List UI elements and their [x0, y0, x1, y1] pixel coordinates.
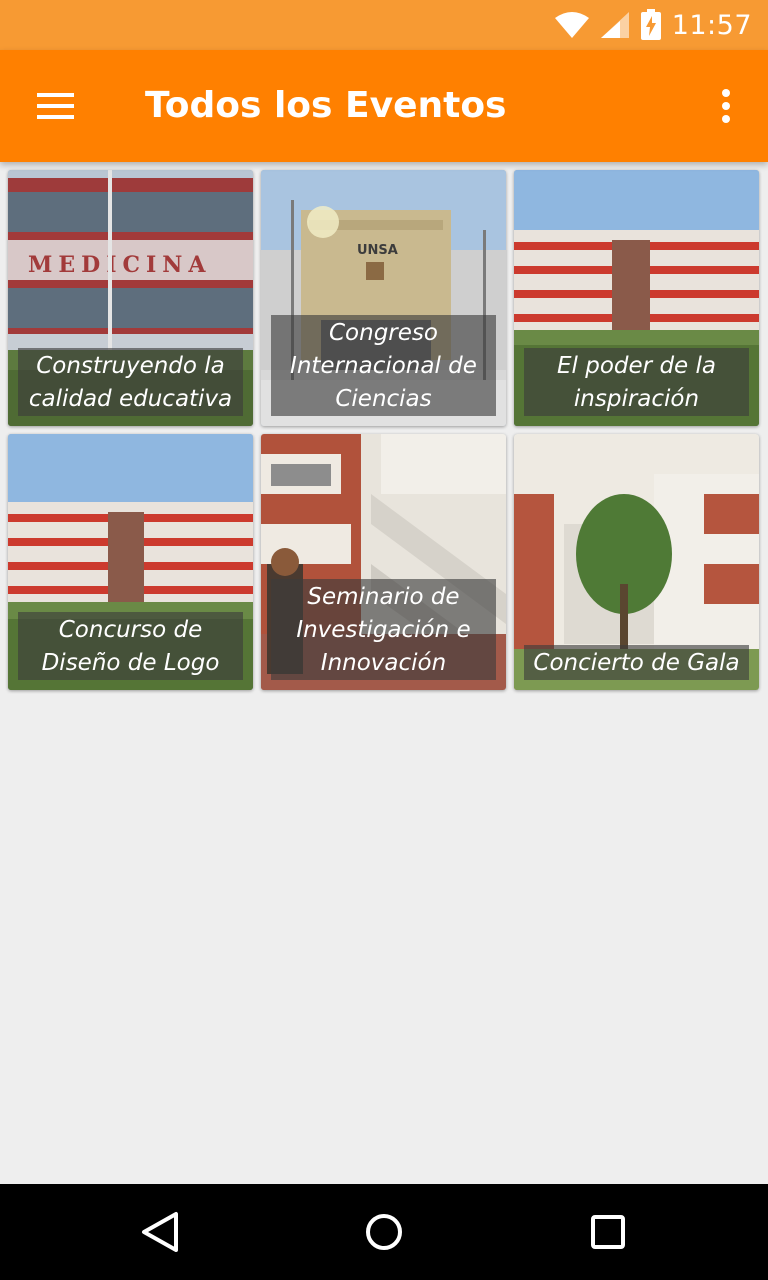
event-card[interactable]: El poder de la inspiración: [514, 170, 759, 426]
status-time: 11:57: [671, 9, 752, 41]
page-title: Todos los Eventos: [145, 85, 507, 126]
signal-icon: [600, 12, 629, 38]
event-title: El poder de la inspiración: [524, 348, 749, 416]
event-title: Construyendo la calidad educativa: [18, 348, 243, 416]
event-card[interactable]: Concurso de Diseño de Logo: [8, 434, 253, 690]
battery-charging-icon: [640, 9, 661, 40]
event-card[interactable]: Seminario de Investigación e Innovación: [261, 434, 506, 690]
event-title: Concurso de Diseño de Logo: [18, 612, 243, 680]
home-button[interactable]: [350, 1198, 418, 1266]
svg-text:MEDICINA: MEDICINA: [28, 252, 211, 278]
event-card[interactable]: MEDICINA Construyendo la calidad educati…: [8, 170, 253, 426]
event-title: Seminario de Investigación e Innovación: [271, 579, 496, 680]
status-bar: 11:57: [0, 0, 768, 50]
more-options-button[interactable]: [702, 74, 750, 138]
hamburger-menu-icon: [37, 93, 74, 119]
event-title: Congreso Internacional de Ciencias: [271, 315, 496, 416]
svg-text:UNSA: UNSA: [357, 243, 398, 258]
event-title: Concierto de Gala: [524, 645, 749, 680]
more-vert-icon: [722, 89, 730, 123]
menu-button[interactable]: [20, 74, 92, 138]
event-card[interactable]: Concierto de Gala: [514, 434, 759, 690]
status-icons: 11:57: [554, 0, 752, 50]
home-icon: [366, 1214, 402, 1250]
wifi-icon: [554, 12, 589, 38]
event-card[interactable]: UNSA Congreso Internacional de Ciencias: [261, 170, 506, 426]
navigation-bar: [0, 1184, 768, 1280]
event-grid: MEDICINA Construyendo la calidad educati…: [8, 170, 760, 690]
recents-button[interactable]: [574, 1198, 642, 1266]
app-bar: Todos los Eventos: [0, 50, 768, 162]
back-button[interactable]: [126, 1198, 194, 1266]
back-icon: [142, 1212, 178, 1252]
recents-icon: [591, 1215, 625, 1249]
